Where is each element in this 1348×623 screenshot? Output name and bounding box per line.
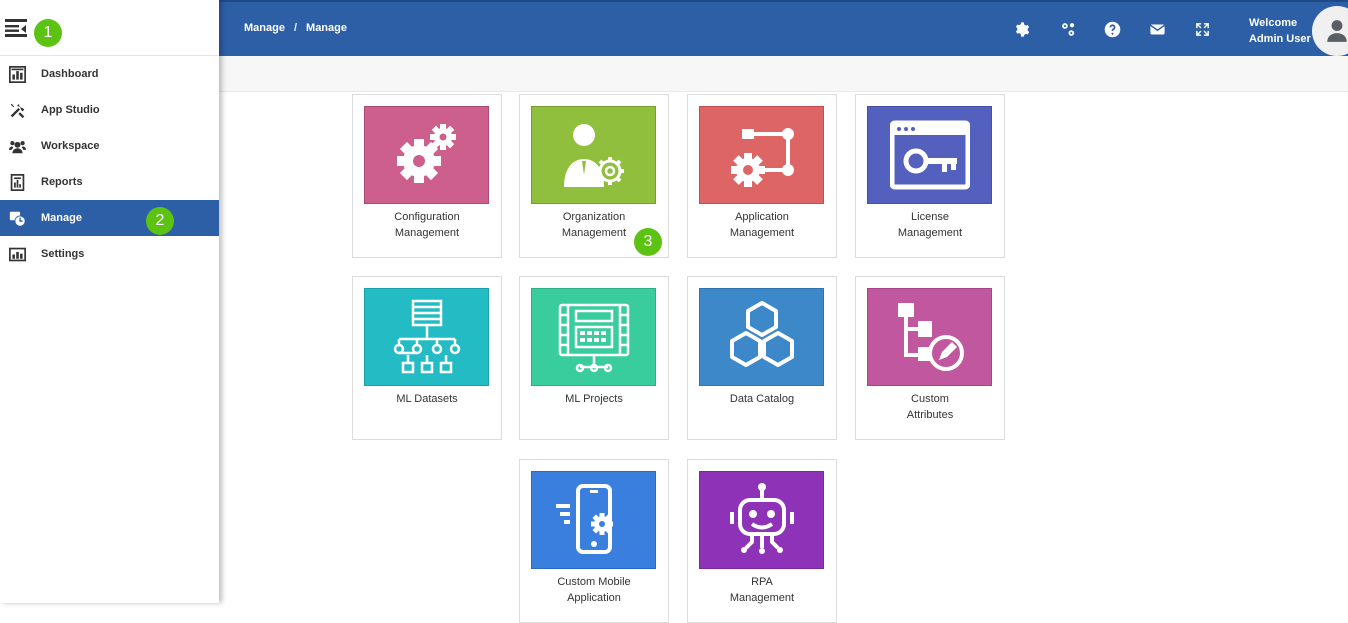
- fullscreen-icon[interactable]: [1193, 20, 1211, 38]
- sidebar-item-manage[interactable]: Manage: [0, 200, 219, 236]
- card-label: Application Management: [688, 209, 836, 241]
- hexagons-icon: [729, 301, 794, 367]
- sidebar-item-label: Dashboard: [41, 68, 99, 80]
- sidebar-item-reports[interactable]: Reports: [0, 164, 219, 200]
- card-custom-attributes[interactable]: Custom Attributes: [855, 276, 1005, 440]
- network-nodes-icon[interactable]: [1059, 20, 1077, 38]
- card-license-management[interactable]: License Management: [855, 94, 1005, 258]
- card-label-line2: Management: [729, 592, 795, 604]
- sub-toolbar: [219, 56, 1348, 92]
- sidebar-item-label: Settings: [41, 248, 85, 260]
- workflow-gear-icon: [730, 128, 794, 187]
- card-label-line2: Management: [729, 227, 795, 239]
- sidebar-item-label: App Studio: [41, 104, 100, 116]
- dataset-tree-icon: [393, 299, 460, 374]
- card-tile: [364, 288, 489, 386]
- mobile-gear-icon: [555, 484, 613, 554]
- dashboard-icon: [8, 65, 26, 83]
- card-label-line1: Data Catalog: [729, 393, 795, 405]
- card-tile: [699, 471, 824, 569]
- card-tile: [531, 106, 656, 204]
- card-data-catalog[interactable]: Data Catalog: [687, 276, 837, 440]
- step-badge-1: 1: [34, 19, 62, 47]
- card-label: Configuration Management: [353, 209, 501, 241]
- sidebar-toggle-icon[interactable]: [5, 18, 27, 38]
- sidebar-item-label: Workspace: [41, 140, 100, 152]
- workspace-icon: [8, 137, 26, 155]
- card-tile: [364, 106, 489, 204]
- card-label-line1: ML Projects: [565, 393, 623, 405]
- card-ml-projects[interactable]: ML Projects: [519, 276, 669, 440]
- custom-attributes-icon: [897, 303, 964, 371]
- card-label-line2: Management: [897, 227, 963, 239]
- sidebar-item-app-studio[interactable]: App Studio: [0, 92, 219, 128]
- card-label-line2: Management: [394, 227, 460, 239]
- breadcrumb-item-manage[interactable]: Manage: [244, 22, 285, 34]
- breadcrumb: Manage / Manage: [244, 22, 347, 34]
- card-tile: [699, 106, 824, 204]
- card-label: RPA Management: [688, 574, 836, 606]
- person-icon: [1327, 20, 1347, 42]
- card-label-line1: RPA: [751, 576, 773, 588]
- mail-icon[interactable]: [1148, 20, 1166, 38]
- card-tile: [531, 288, 656, 386]
- tools-icon: [8, 101, 26, 119]
- user-name: Admin User: [1249, 33, 1311, 45]
- card-tile: [867, 288, 992, 386]
- card-configuration-management[interactable]: Configuration Management: [352, 94, 502, 258]
- card-label-line2: Attributes: [906, 409, 954, 421]
- card-application-management[interactable]: Application Management: [687, 94, 837, 258]
- ml-projects-icon: [558, 303, 629, 373]
- card-label-line1: License: [911, 211, 949, 223]
- settings-gear-icon[interactable]: [1013, 20, 1031, 38]
- card-label: License Management: [856, 209, 1004, 241]
- sidebar-item-dashboard[interactable]: Dashboard: [0, 56, 219, 92]
- card-ml-datasets[interactable]: ML Datasets: [352, 276, 502, 440]
- welcome-label: Welcome: [1249, 17, 1298, 29]
- card-label: ML Datasets: [353, 391, 501, 407]
- welcome-text: Welcome Admin User: [1249, 15, 1311, 47]
- reports-icon: [8, 173, 26, 191]
- card-label: Custom Attributes: [856, 391, 1004, 423]
- card-label-line1: Custom: [911, 393, 949, 405]
- card-label: ML Projects: [520, 391, 668, 407]
- settings-icon: [8, 245, 26, 263]
- breadcrumb-separator: /: [293, 22, 298, 34]
- sidebar: Dashboard App Studio Workspace Reports M…: [0, 0, 219, 603]
- card-custom-mobile-application[interactable]: Custom Mobile Application: [519, 459, 669, 623]
- sidebar-header: [0, 0, 219, 56]
- sidebar-item-label: Manage: [41, 212, 82, 224]
- sidebar-item-settings[interactable]: Settings: [0, 236, 219, 272]
- sidebar-nav: Dashboard App Studio Workspace Reports M…: [0, 56, 219, 272]
- card-label-line1: Organization: [562, 211, 626, 223]
- card-tile: [867, 106, 992, 204]
- org-person-gear-icon: [563, 124, 624, 187]
- license-key-icon: [889, 120, 970, 190]
- card-label-line1: ML Datasets: [396, 393, 458, 405]
- step-badge-2: 2: [146, 207, 174, 235]
- help-icon[interactable]: [1103, 20, 1121, 38]
- step-badge-3: 3: [634, 228, 662, 256]
- sidebar-item-label: Reports: [41, 176, 83, 188]
- card-tile: [531, 471, 656, 569]
- card-rpa-management[interactable]: RPA Management: [687, 459, 837, 623]
- manage-icon: [8, 209, 26, 227]
- top-header-bar: Manage / Manage Welcome Admin User: [219, 0, 1348, 56]
- card-label: Custom Mobile Application: [520, 574, 668, 606]
- card-label-line1: Configuration: [394, 211, 460, 223]
- user-avatar[interactable]: [1312, 6, 1348, 56]
- card-label: Data Catalog: [688, 391, 836, 407]
- card-tile: [699, 288, 824, 386]
- gears-icon: [396, 124, 456, 183]
- card-label-line1: Application: [735, 211, 789, 223]
- breadcrumb-item-current: Manage: [306, 22, 347, 34]
- robot-icon: [729, 483, 794, 554]
- card-label-line2: Application: [567, 592, 621, 604]
- card-label-line1: Custom Mobile: [557, 576, 631, 588]
- sidebar-item-workspace[interactable]: Workspace: [0, 128, 219, 164]
